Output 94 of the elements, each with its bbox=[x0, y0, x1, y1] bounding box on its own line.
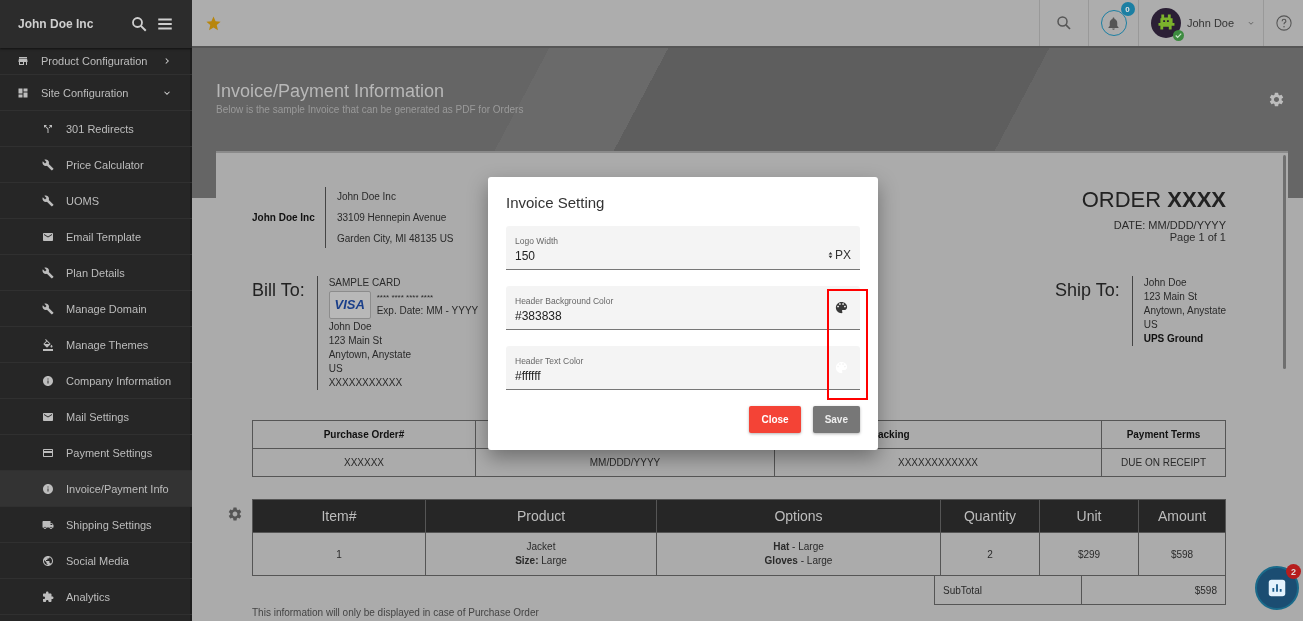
address-line: John Doe bbox=[1143, 276, 1188, 290]
sidebar-item[interactable]: Mail Settings bbox=[0, 399, 192, 435]
card-label: SAMPLE CARD bbox=[328, 276, 402, 290]
order-title: ORDER XXXX bbox=[1081, 187, 1226, 213]
bell-icon bbox=[1106, 15, 1121, 31]
sidebar-item[interactable]: Shipping Settings bbox=[0, 507, 192, 543]
address-line: John Doe Inc bbox=[337, 191, 397, 202]
help-icon[interactable] bbox=[1274, 14, 1293, 32]
invoice-note: This information will only be displayed in case of Purchase Order bbox=[252, 607, 540, 619]
globe-icon bbox=[42, 554, 54, 567]
product-name: Jacket bbox=[525, 540, 557, 554]
store-icon bbox=[17, 55, 29, 67]
save-button[interactable]: Save bbox=[812, 406, 860, 433]
wrench-icon bbox=[42, 266, 54, 279]
table-cell: $299 bbox=[1039, 532, 1139, 576]
avatar-icon[interactable] bbox=[1151, 8, 1181, 38]
address-line: Garden City, MI 48135 US bbox=[337, 233, 454, 244]
split-arrow-icon bbox=[42, 122, 54, 135]
dashboard-icon bbox=[17, 86, 29, 99]
user-name[interactable]: John Doe bbox=[1187, 17, 1235, 29]
column-header: Unit bbox=[1039, 499, 1139, 533]
wrench-icon bbox=[42, 194, 54, 207]
envelope-icon bbox=[42, 230, 54, 243]
address-line: XXXXXXXXXXX bbox=[328, 376, 404, 390]
sidebar-item[interactable]: Plan Details bbox=[0, 255, 192, 291]
column-header: Item# bbox=[252, 499, 426, 533]
company-name: John Doe Inc bbox=[252, 212, 316, 223]
sidebar-item[interactable]: Analytics bbox=[0, 579, 192, 615]
column-header: Options bbox=[656, 499, 941, 533]
settings-icon[interactable] bbox=[1268, 91, 1285, 108]
card-icon bbox=[42, 446, 54, 459]
sidebar-item[interactable]: Social Media bbox=[0, 543, 192, 579]
address-line: Anytown, Anystate bbox=[1143, 304, 1226, 318]
page-title: Invoice/Payment Information bbox=[216, 81, 446, 102]
wrench-icon bbox=[42, 302, 54, 315]
card-logo: VISA bbox=[328, 291, 371, 319]
envelope-icon bbox=[42, 410, 54, 423]
spinner-icon[interactable] bbox=[828, 250, 833, 259]
order-date: DATE: MM/DDD/YYYY bbox=[1113, 219, 1226, 231]
input-field[interactable]: Logo Width 150 PX bbox=[506, 226, 860, 270]
table-cell: 1 bbox=[252, 532, 426, 576]
scrollbar[interactable] bbox=[1283, 155, 1286, 369]
table-cell: SubTotal bbox=[934, 576, 1082, 605]
star-icon[interactable] bbox=[205, 14, 222, 32]
ship-to-heading: Ship To: bbox=[1055, 280, 1120, 301]
table-cell: DUE ON RECEIPT bbox=[1101, 448, 1226, 477]
address-line: Anytown, Anystate bbox=[328, 348, 412, 362]
table-cell: $598 bbox=[1081, 576, 1226, 605]
sidebar-item[interactable]: UOMS bbox=[0, 183, 192, 219]
input-field[interactable]: Header Text Color #ffffff bbox=[506, 346, 860, 390]
settings-icon[interactable] bbox=[227, 506, 243, 522]
close-button[interactable]: Close bbox=[749, 406, 801, 433]
sidebar-item[interactable]: Manage Themes bbox=[0, 327, 192, 363]
address-line: 123 Main St bbox=[1143, 290, 1199, 304]
dialog-title: Invoice Setting bbox=[506, 194, 606, 211]
unit-label: PX bbox=[835, 247, 851, 262]
card-expiry: Exp. Date: MM - YYYY bbox=[376, 304, 479, 318]
bill-to-heading: Bill To: bbox=[252, 280, 305, 301]
product-detail: Size: Large bbox=[514, 554, 568, 568]
page-number: Page 1 of 1 bbox=[1169, 231, 1226, 243]
column-header: Amount bbox=[1138, 499, 1226, 533]
column-header: Purchase Order# bbox=[252, 420, 476, 449]
sidebar-item[interactable]: Manage Domain bbox=[0, 291, 192, 327]
shipping-method: UPS Ground bbox=[1143, 332, 1205, 346]
chat-badge: 2 bbox=[1286, 564, 1301, 579]
card-number: **** **** **** **** bbox=[376, 292, 435, 304]
address-line: US bbox=[1143, 318, 1159, 332]
sidebar-item[interactable]: Email Template bbox=[0, 219, 192, 255]
sidebar-item[interactable]: Company Information bbox=[0, 363, 192, 399]
search-icon[interactable] bbox=[130, 15, 148, 33]
wrench-icon bbox=[42, 158, 54, 171]
table-cell: $598 bbox=[1138, 532, 1226, 576]
address-line: 33109 Hennepin Avenue bbox=[337, 212, 448, 223]
truck-icon bbox=[42, 518, 54, 531]
info-icon bbox=[42, 482, 54, 495]
notification-count: 0 bbox=[1120, 2, 1135, 16]
puzzle-icon bbox=[42, 590, 54, 603]
brand-name: John Doe Inc bbox=[18, 17, 95, 31]
column-header: Quantity bbox=[940, 499, 1040, 533]
bar-chart-icon bbox=[1266, 577, 1288, 599]
input-field[interactable]: Header Background Color #383838 bbox=[506, 286, 860, 330]
table-cell: 2 bbox=[940, 532, 1040, 576]
palette-icon[interactable] bbox=[834, 300, 849, 315]
address-line: John Doe bbox=[328, 320, 373, 334]
info-icon bbox=[42, 374, 54, 387]
address-line: 123 Main St bbox=[328, 334, 384, 348]
column-header: Payment Terms bbox=[1101, 420, 1226, 449]
column-header: Product bbox=[425, 499, 657, 533]
fill-bucket-icon bbox=[42, 338, 54, 351]
product-option: Gloves - Large bbox=[657, 554, 940, 568]
table-cell: XXXXXX bbox=[252, 448, 476, 477]
product-option: Hat - Large bbox=[657, 540, 940, 554]
address-line: US bbox=[328, 362, 344, 376]
sidebar-item[interactable]: Invoice/Payment Info bbox=[0, 471, 192, 507]
